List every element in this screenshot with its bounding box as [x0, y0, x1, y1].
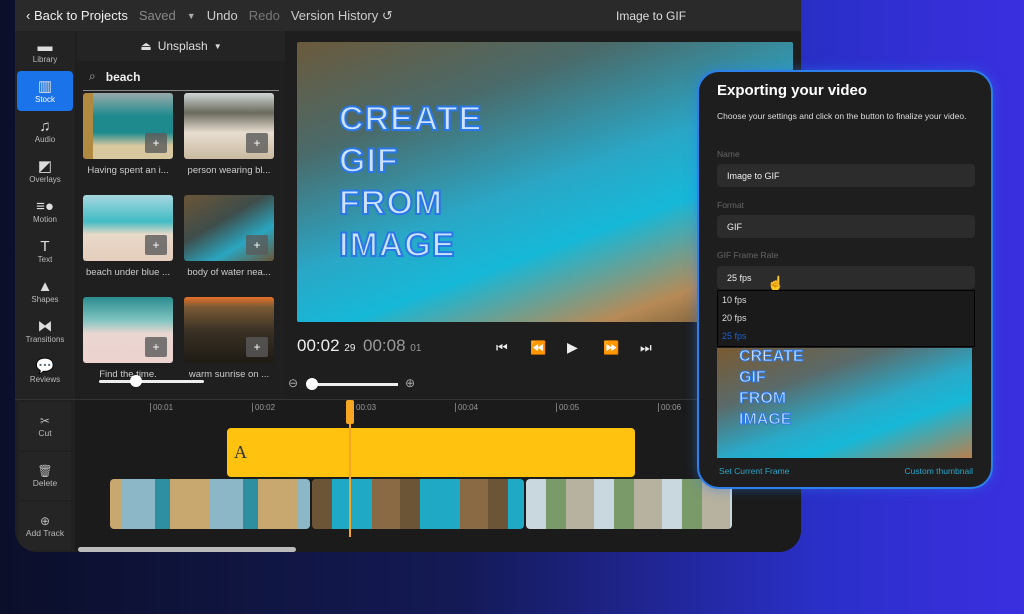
thumbnail-size-slider[interactable]	[99, 375, 204, 387]
timeline-zoom-slider[interactable]	[306, 378, 398, 390]
dialog-description: Choose your settings and click on the bu…	[717, 111, 967, 121]
timeline-tools: ✂Cut 🗑Delete ⊕Add Track ≋	[15, 400, 75, 552]
add-icon[interactable]: +	[246, 337, 268, 357]
rewind-button[interactable]: ⏪	[530, 340, 546, 356]
media-item[interactable]: + Find the time.	[83, 297, 173, 399]
cut-button[interactable]: ✂ Cut	[19, 402, 71, 450]
ruler-tick: 00:02	[252, 403, 275, 412]
total-time: 00:08 01	[363, 336, 422, 355]
sidebar-item-library[interactable]: ▬ Library	[15, 31, 75, 71]
text-icon: T	[40, 237, 50, 255]
media-item[interactable]: + body of water nea...	[184, 195, 274, 297]
saved-status: Saved	[138, 8, 176, 23]
option-10fps[interactable]: 10 fps	[718, 291, 974, 309]
stock-icon: ▥	[37, 77, 53, 95]
sidebar-item-audio[interactable]: ♫ Audio	[15, 111, 75, 151]
project-title: Image to GIF	[616, 8, 687, 23]
video-clip[interactable]	[312, 479, 524, 529]
timeline-scrollbar[interactable]	[78, 547, 296, 552]
add-icon[interactable]: +	[145, 133, 167, 153]
add-icon[interactable]: +	[145, 337, 167, 357]
preview-text-overlay[interactable]: CREATE GIF FROM IMAGE	[338, 98, 482, 266]
video-clip[interactable]	[526, 479, 732, 529]
ruler-tick: 00:03	[353, 403, 376, 412]
delete-button[interactable]: 🗑 Delete	[19, 452, 71, 500]
play-button[interactable]: ▶	[567, 339, 578, 356]
dialog-title: Exporting your video	[717, 82, 868, 99]
trash-icon: 🗑	[37, 464, 53, 478]
ruler-tick: 00:01	[150, 403, 173, 412]
sidebar-item-shapes[interactable]: ▲ Shapes	[15, 271, 75, 311]
skip-end-button[interactable]: ⏭	[640, 340, 652, 356]
ruler-tick: 00:06	[658, 403, 681, 412]
skip-start-button[interactable]: ⏮	[496, 340, 508, 356]
text-clip[interactable]: A	[227, 428, 635, 477]
export-dialog: Exporting your video Choose your setting…	[697, 70, 993, 489]
zoom-out-icon[interactable]: ⊖	[288, 376, 298, 390]
media-grid: + Having spent an i... + person wearing bl…	[77, 93, 285, 399]
media-item[interactable]: + Having spent an i...	[83, 93, 173, 195]
music-icon: ♫	[39, 117, 51, 135]
source-dropdown[interactable]: ⏏ Unsplash ▼	[77, 31, 285, 61]
add-icon[interactable]: +	[246, 133, 268, 153]
motion-icon: ≡●	[36, 197, 54, 215]
current-time: 00:02 29	[297, 336, 356, 355]
shapes-icon: ▲	[37, 277, 53, 295]
redo-button[interactable]: Redo	[249, 8, 280, 23]
overlay-icon: ◩	[37, 157, 53, 175]
ruler-tick: 00:05	[556, 403, 579, 412]
sidebar-item-stock[interactable]: ▥ Stock	[17, 71, 73, 111]
back-button[interactable]: ‹ Back to Projects	[26, 8, 128, 23]
media-item[interactable]: + warm sunrise on ...	[184, 297, 274, 399]
sidebar-item-overlays[interactable]: ◩ Overlays	[15, 151, 75, 191]
add-track-button[interactable]: ⊕ Add Track	[19, 502, 71, 550]
transitions-icon: ⧓	[37, 317, 53, 335]
add-track-icon: ⊕	[39, 514, 51, 528]
sidebar-item-text[interactable]: T Text	[15, 231, 75, 271]
add-icon[interactable]: +	[145, 235, 167, 255]
option-20fps[interactable]: 20 fps	[718, 309, 974, 327]
sidebar-item-transitions[interactable]: ⧓ Transitions	[15, 311, 75, 351]
fast-forward-button[interactable]: ⏩	[603, 340, 619, 356]
option-25fps[interactable]: 25 fps	[718, 327, 974, 345]
video-clip[interactable]	[110, 479, 310, 529]
zoom-in-icon[interactable]: ⊕	[405, 376, 415, 390]
sidebar-item-reviews[interactable]: 💬 Reviews	[15, 351, 75, 391]
sidebar: ▬ Library ▥ Stock ♫ Audio ◩ Overlays ≡● Motio…	[15, 31, 75, 399]
top-bar: ‹ Back to Projects Saved ▼ Undo Redo Ver…	[15, 0, 801, 31]
timeline: ✂Cut 🗑Delete ⊕Add Track ≋ 00:01 00:02 00…	[15, 399, 801, 552]
search-input[interactable]: ⌕ beach	[83, 63, 279, 91]
playhead[interactable]	[346, 400, 354, 537]
format-select[interactable]: GIF	[717, 215, 975, 238]
thumbnail-preview: CREATE GIF FROM IMAGE	[717, 348, 972, 458]
scissors-icon: ✂	[39, 414, 51, 428]
upload-icon: ⏏	[140, 39, 152, 53]
ruler-tick: 00:04	[455, 403, 478, 412]
version-history-button[interactable]: Version History ↺	[291, 8, 393, 24]
media-panel: ⏏ Unsplash ▼ ⌕ beach + Having spent an i... …	[77, 31, 285, 399]
custom-thumbnail-link[interactable]: Custom thumbnail	[904, 466, 973, 476]
undo-button[interactable]: Undo	[207, 8, 238, 23]
add-icon[interactable]: +	[246, 235, 268, 255]
saved-dropdown-icon[interactable]: ▼	[187, 11, 196, 21]
comments-icon: 💬	[35, 357, 55, 375]
media-item[interactable]: + beach under blue ...	[83, 195, 173, 297]
set-current-frame-link[interactable]: Set Current Frame	[719, 466, 789, 476]
media-item[interactable]: + person wearing bl...	[184, 93, 274, 195]
editor-window: ‹ Back to Projects Saved ▼ Undo Redo Ver…	[15, 0, 801, 552]
folder-icon: ▬	[37, 37, 53, 55]
chevron-down-icon: ▼	[213, 41, 222, 51]
framerate-select[interactable]: 25 fps	[717, 266, 975, 289]
framerate-options: 10 fps 20 fps 25 fps	[717, 290, 975, 347]
search-icon: ⌕	[89, 69, 96, 83]
name-input[interactable]: Image to GIF	[717, 164, 975, 187]
sidebar-item-motion[interactable]: ≡● Motion	[15, 191, 75, 231]
